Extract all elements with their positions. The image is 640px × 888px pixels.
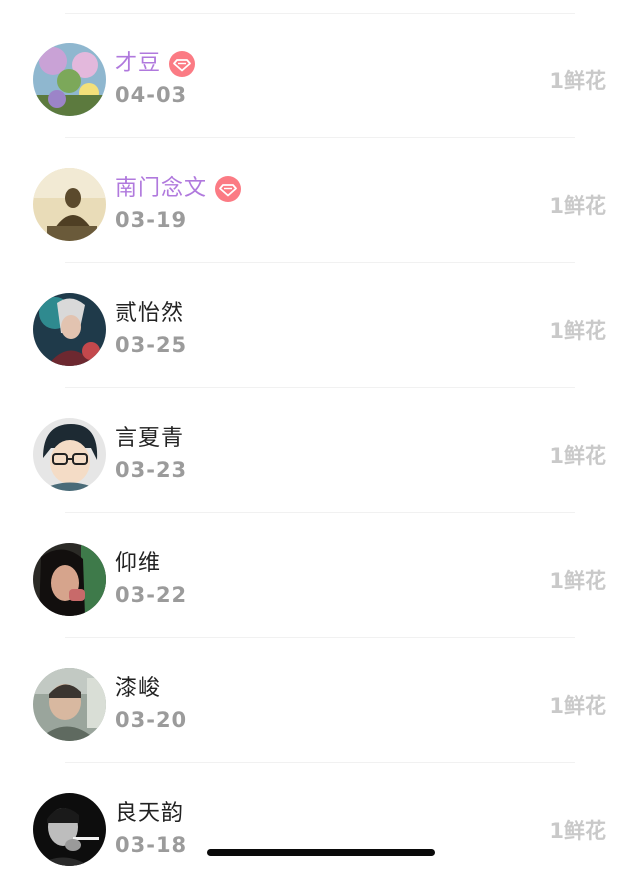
gift-label: 1鲜花 xyxy=(549,319,606,343)
avatar[interactable] xyxy=(33,168,106,241)
user-name[interactable]: 仰维 xyxy=(115,549,161,579)
gift-date: 03-18 xyxy=(115,833,188,857)
gift-date: 03-19 xyxy=(115,208,188,232)
avatar[interactable] xyxy=(33,418,106,491)
gift-date: 03-25 xyxy=(115,333,188,357)
gift-date: 04-03 xyxy=(115,83,188,107)
list-item[interactable]: 漆峻 03-20 1鲜花 xyxy=(0,638,640,763)
avatar[interactable] xyxy=(33,793,106,866)
gift-date: 03-23 xyxy=(115,458,188,482)
list-item[interactable]: 南门念文 03-19 1鲜花 xyxy=(0,138,640,263)
user-name[interactable]: 南门念文 xyxy=(115,174,207,204)
avatar[interactable] xyxy=(33,43,106,116)
gift-label: 1鲜花 xyxy=(549,694,606,718)
user-name[interactable]: 言夏青 xyxy=(115,424,184,454)
list-item[interactable]: 才豆 04-03 1鲜花 xyxy=(0,13,640,138)
gift-label: 1鲜花 xyxy=(549,194,606,218)
list-item[interactable]: 仰维 03-22 1鲜花 xyxy=(0,513,640,638)
list-item[interactable]: 良天韵 03-18 1鲜花 xyxy=(0,763,640,888)
gift-date: 03-22 xyxy=(115,583,188,607)
gift-label: 1鲜花 xyxy=(549,69,606,93)
user-name[interactable]: 良天韵 xyxy=(115,799,184,829)
user-name[interactable]: 贰怡然 xyxy=(115,299,184,329)
user-name[interactable]: 漆峻 xyxy=(115,674,161,704)
diamond-icon xyxy=(169,51,196,77)
gift-label: 1鲜花 xyxy=(549,569,606,593)
list-item[interactable]: 言夏青 03-23 1鲜花 xyxy=(0,388,640,513)
gift-label: 1鲜花 xyxy=(549,444,606,468)
user-name[interactable]: 才豆 xyxy=(115,49,161,79)
list-item[interactable]: 贰怡然 03-25 1鲜花 xyxy=(0,263,640,388)
gift-date: 03-20 xyxy=(115,708,188,732)
avatar[interactable] xyxy=(33,668,106,741)
gift-label: 1鲜花 xyxy=(549,819,606,843)
avatar[interactable] xyxy=(33,293,106,366)
avatar[interactable] xyxy=(33,543,106,616)
diamond-icon xyxy=(215,176,242,202)
home-indicator[interactable] xyxy=(207,849,435,856)
